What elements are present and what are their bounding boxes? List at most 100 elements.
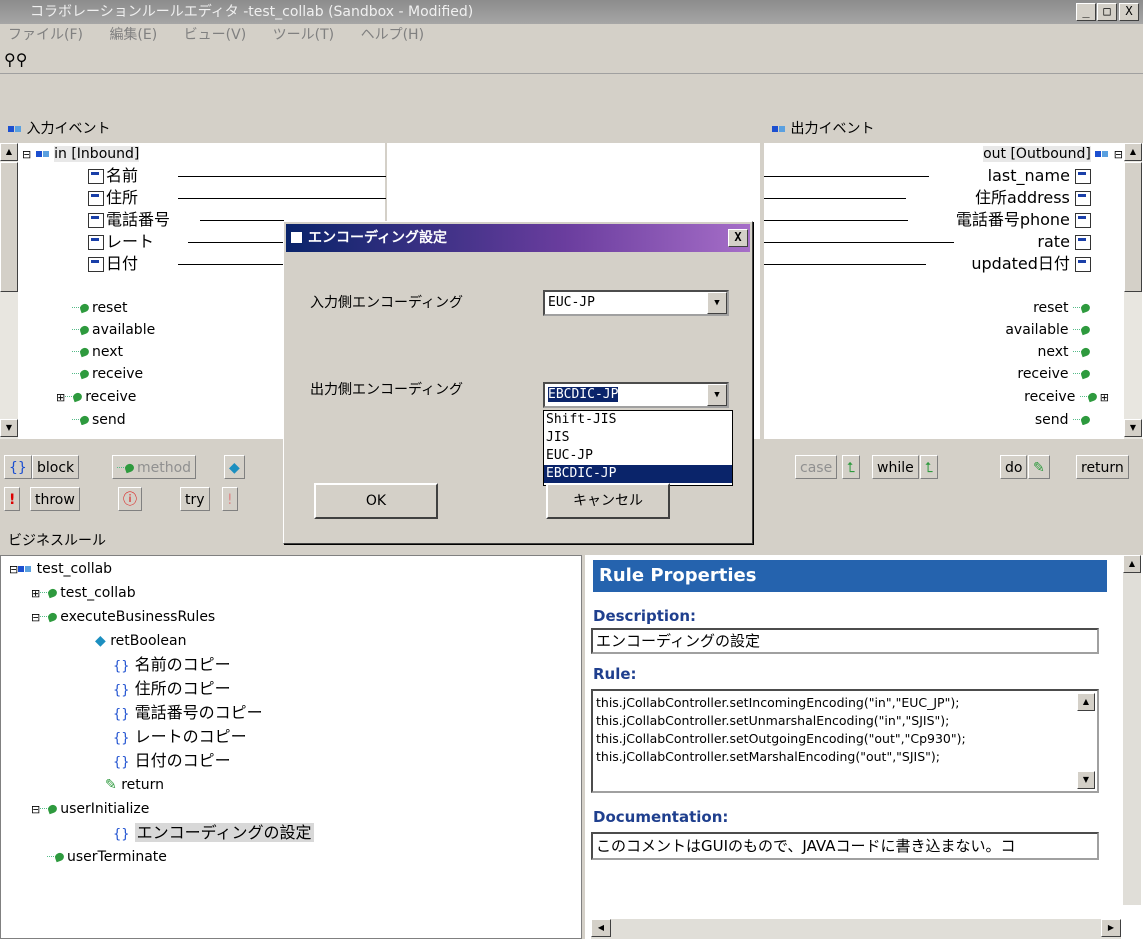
input-scrollbar[interactable]: ▲ ▼: [0, 143, 18, 439]
input-method-reset[interactable]: reset: [72, 297, 127, 319]
rule-user-initialize[interactable]: ⊟ userInitialize: [31, 798, 149, 820]
rule-root-node[interactable]: ⊟ test_collab: [9, 558, 112, 580]
scroll-up-icon[interactable]: ▲: [1077, 693, 1095, 711]
documentation-field[interactable]: このコメントはGUIのもので、JAVAコードに書き込まない。コ: [591, 832, 1099, 860]
rule-copy-date[interactable]: {} 日付のコピー: [113, 750, 231, 772]
rule-copy-phone[interactable]: {} 電話番号のコピー: [113, 702, 263, 724]
rule-copy-name[interactable]: {} 名前のコピー: [113, 654, 231, 676]
properties-scrollbar[interactable]: ▲: [1123, 555, 1141, 905]
input-field-phone[interactable]: 電話番号: [88, 209, 170, 231]
input-field-address[interactable]: 住所: [88, 187, 138, 209]
chevron-down-icon[interactable]: ▼: [707, 384, 727, 406]
property-icon: [88, 235, 104, 250]
try-button[interactable]: try: [180, 487, 210, 511]
method-icon: [47, 852, 67, 862]
option-shift-jis[interactable]: Shift-JIS: [544, 411, 732, 429]
scroll-down-icon[interactable]: ▼: [0, 419, 18, 437]
method-button[interactable]: method: [112, 455, 197, 479]
output-method-send[interactable]: send: [1035, 409, 1093, 425]
throw-button[interactable]: throw: [30, 487, 80, 511]
method-icon: [72, 369, 92, 379]
output-method-available[interactable]: available: [1005, 319, 1093, 341]
menu-edit[interactable]: 編集(E): [109, 27, 157, 43]
minimize-button[interactable]: _: [1076, 3, 1096, 21]
menu-bar: ファイル(F) 編集(E) ビュー(V) ツール(T) ヘルプ(H): [0, 24, 1143, 48]
output-method-receive[interactable]: receive: [1017, 363, 1093, 385]
description-field[interactable]: エンコーディングの設定: [591, 628, 1099, 654]
catch-icon[interactable]: !: [222, 487, 238, 511]
menu-help[interactable]: ヘルプ(H): [361, 27, 424, 43]
rule-code-field[interactable]: this.jCollabController.setIncomingEncodi…: [591, 689, 1099, 793]
binoculars-icon[interactable]: ⚲⚲: [4, 50, 27, 69]
menu-file[interactable]: ファイル(F): [8, 27, 83, 43]
input-field-date[interactable]: 日付: [88, 253, 138, 275]
output-encoding-select[interactable]: EBCDIC-JP ▼: [543, 382, 729, 408]
option-jis[interactable]: JIS: [544, 429, 732, 447]
method-icon: [40, 804, 60, 814]
block-button[interactable]: block: [32, 455, 80, 479]
property-icon: [88, 213, 104, 228]
diamond-icon[interactable]: ◆: [224, 455, 245, 479]
output-method-next[interactable]: next: [1038, 341, 1093, 363]
do-button[interactable]: do: [1000, 455, 1028, 479]
scroll-left-icon[interactable]: ◀: [591, 919, 611, 937]
horizontal-scrollbar[interactable]: ◀ ▶: [591, 919, 1121, 939]
cancel-button[interactable]: キャンセル: [546, 483, 670, 519]
input-method-next[interactable]: next: [72, 341, 123, 363]
menu-tools[interactable]: ツール(T): [273, 27, 334, 43]
rule-return[interactable]: ✎ return: [105, 774, 164, 796]
input-method-send[interactable]: send: [72, 409, 126, 425]
scroll-up-icon[interactable]: ▲: [1124, 143, 1142, 161]
output-encoding-label: 出力側エンコーディング: [310, 382, 464, 398]
output-field-updated-date[interactable]: updated日付: [971, 253, 1093, 275]
option-euc-jp[interactable]: EUC-JP: [544, 447, 732, 465]
return-button[interactable]: return: [1076, 455, 1129, 479]
output-field-rate[interactable]: rate: [1037, 231, 1093, 253]
block-icon: {}: [113, 659, 130, 674]
scroll-down-icon[interactable]: ▼: [1124, 419, 1142, 437]
maximize-button[interactable]: □: [1097, 3, 1117, 21]
input-field-rate[interactable]: レート: [88, 231, 154, 253]
output-root-node[interactable]: out [Outbound] ⊟: [983, 143, 1123, 165]
output-field-last-name[interactable]: last_name: [988, 165, 1093, 187]
chevron-down-icon[interactable]: ▼: [707, 292, 727, 314]
method-icon: [1073, 325, 1093, 335]
input-encoding-select[interactable]: EUC-JP ▼: [543, 290, 729, 316]
loop-icon: ⮤: [920, 455, 939, 479]
option-ebcdic-jp[interactable]: EBCDIC-JP: [544, 465, 732, 483]
dialog-title: エンコーディング設定: [286, 224, 750, 252]
input-method-available[interactable]: available: [72, 319, 155, 341]
block-icon: {}: [113, 683, 130, 698]
menu-view[interactable]: ビュー(V): [184, 27, 247, 43]
scroll-down-icon[interactable]: ▼: [1077, 771, 1095, 789]
output-field-phone[interactable]: 電話番号phone: [956, 209, 1093, 231]
rule-test-collab[interactable]: ⊞ test_collab: [31, 582, 136, 604]
method-icon: [65, 392, 85, 402]
output-method-receive-2[interactable]: receive ⊞: [1024, 386, 1109, 408]
output-method-reset[interactable]: reset: [1033, 297, 1093, 319]
output-scrollbar[interactable]: ▲ ▼: [1124, 143, 1142, 439]
rule-ret-boolean[interactable]: ◆ retBoolean: [95, 630, 186, 652]
method-icon: [72, 303, 92, 313]
output-field-address[interactable]: 住所address: [975, 187, 1093, 209]
method-icon: [1079, 392, 1100, 402]
input-root-node[interactable]: ⊟ in [Inbound]: [22, 143, 140, 165]
close-button[interactable]: X: [1119, 3, 1139, 21]
dialog-close-button[interactable]: X: [728, 229, 748, 247]
block-icon: {}: [113, 827, 130, 842]
case-button[interactable]: case: [795, 455, 838, 479]
input-method-receive-2[interactable]: ⊞ receive: [56, 386, 136, 408]
input-field-name[interactable]: 名前: [88, 165, 138, 187]
rule-execute-business-rules[interactable]: ⊟ executeBusinessRules: [31, 606, 215, 628]
scroll-up-icon[interactable]: ▲: [1123, 555, 1141, 573]
rule-copy-address[interactable]: {} 住所のコピー: [113, 678, 231, 700]
input-method-receive[interactable]: receive: [72, 363, 143, 385]
rule-label: Rule:: [593, 665, 637, 683]
while-button[interactable]: while: [872, 455, 919, 479]
rule-encoding-setting[interactable]: {} エンコーディングの設定: [113, 822, 314, 844]
rule-user-terminate[interactable]: userTerminate: [47, 846, 167, 868]
scroll-right-icon[interactable]: ▶: [1101, 919, 1121, 937]
rule-copy-rate[interactable]: {} レートのコピー: [113, 726, 247, 748]
ok-button[interactable]: OK: [314, 483, 438, 519]
scroll-up-icon[interactable]: ▲: [0, 143, 18, 161]
